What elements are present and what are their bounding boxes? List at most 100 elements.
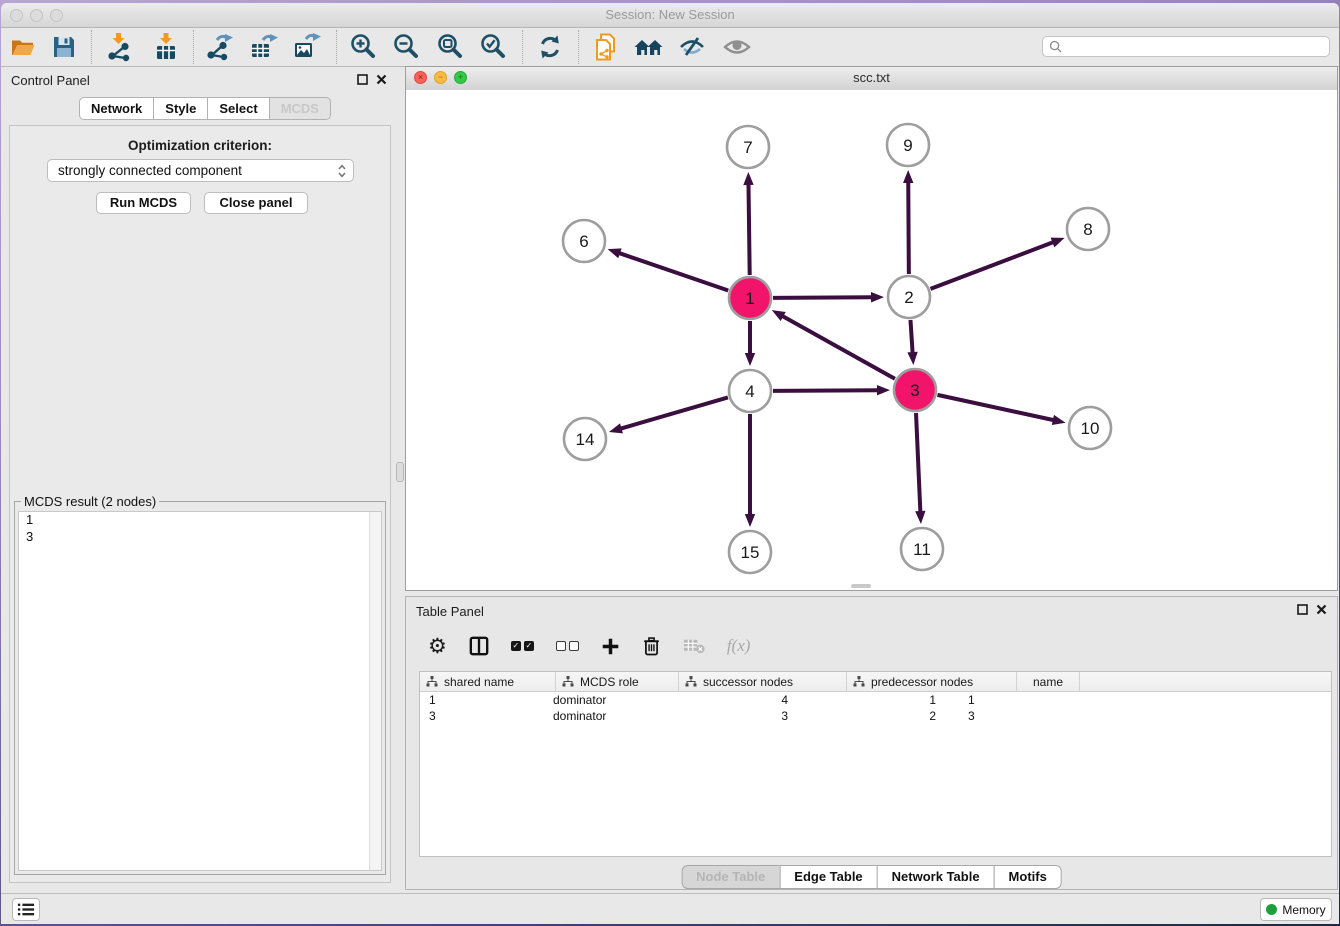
select-all-columns-button[interactable]: ✓ ✓ bbox=[511, 641, 534, 651]
edge-3-10[interactable] bbox=[937, 395, 1054, 420]
column-header-shared-name[interactable]: shared name bbox=[420, 672, 556, 691]
network-hscroll-thumb[interactable] bbox=[851, 584, 871, 588]
table-cell[interactable]: 2 bbox=[810, 709, 958, 723]
table-row[interactable]: 1dominator411 bbox=[420, 692, 1331, 708]
export-image-button[interactable] bbox=[291, 32, 321, 62]
edge-arrowhead bbox=[903, 170, 913, 183]
edge-2-3[interactable] bbox=[910, 320, 912, 354]
table-cell[interactable]: dominator bbox=[547, 709, 664, 723]
tab-node-table[interactable]: Node Table bbox=[681, 865, 780, 889]
refresh-button[interactable] bbox=[535, 32, 565, 62]
float-panel-icon[interactable] bbox=[357, 74, 368, 85]
network-window-titlebar[interactable]: × − + scc.txt bbox=[406, 67, 1337, 91]
column-header-mcds-role[interactable]: MCDS role bbox=[556, 672, 679, 691]
toolbar-separator bbox=[336, 30, 337, 64]
import-network-button[interactable] bbox=[104, 32, 134, 62]
tab-style[interactable]: Style bbox=[153, 97, 208, 120]
column-header-name[interactable]: name bbox=[1017, 672, 1080, 691]
edge-3-1[interactable] bbox=[781, 316, 894, 379]
tab-select[interactable]: Select bbox=[207, 97, 269, 120]
delete-column-button[interactable] bbox=[642, 636, 661, 656]
memory-button[interactable]: Memory bbox=[1260, 898, 1332, 921]
edge-1-7[interactable] bbox=[748, 183, 749, 275]
table-cell[interactable]: 3 bbox=[664, 709, 810, 723]
close-panel-icon[interactable] bbox=[1316, 604, 1327, 615]
columns-icon bbox=[469, 636, 489, 656]
create-column-button[interactable] bbox=[601, 637, 620, 656]
table-cell[interactable]: 3 bbox=[420, 709, 547, 723]
column-header-successor-nodes[interactable]: successor nodes bbox=[679, 672, 847, 691]
edge-3-11[interactable] bbox=[916, 413, 920, 513]
edge-arrowhead bbox=[609, 423, 623, 433]
table-cell[interactable]: 1 bbox=[420, 693, 547, 707]
unchecked-box-icon bbox=[556, 641, 566, 651]
result-scrollbar-track[interactable] bbox=[369, 512, 381, 870]
table-toolbar: ⚙ ✓ ✓ bbox=[406, 625, 1337, 667]
refresh-icon bbox=[535, 32, 565, 62]
zoom-out-button[interactable] bbox=[391, 32, 421, 62]
show-columns-button[interactable] bbox=[469, 636, 489, 656]
edge-4-14[interactable] bbox=[620, 397, 728, 429]
table-cell[interactable]: 1 bbox=[958, 693, 1011, 707]
tab-network[interactable]: Network bbox=[79, 97, 154, 120]
export-table-button[interactable] bbox=[248, 32, 278, 62]
home-view-button[interactable] bbox=[634, 32, 664, 62]
graph-node-label: 11 bbox=[913, 540, 931, 559]
mcds-result-item[interactable]: 1 bbox=[19, 512, 381, 529]
table-cell[interactable]: 3 bbox=[958, 709, 1011, 723]
show-hidden-button[interactable] bbox=[722, 32, 752, 62]
column-header-predecessor-nodes[interactable]: predecessor nodes bbox=[847, 672, 1017, 691]
optimization-criterion-select[interactable]: strongly connected component bbox=[47, 159, 354, 182]
hide-selected-button[interactable] bbox=[677, 32, 707, 62]
desktop: Session: New Session bbox=[0, 0, 1340, 926]
edge-4-3[interactable] bbox=[773, 390, 879, 391]
tab-network-table[interactable]: Network Table bbox=[877, 865, 995, 889]
import-table-button[interactable] bbox=[151, 32, 181, 62]
plus-icon bbox=[601, 637, 620, 656]
graph-node-label: 7 bbox=[743, 138, 752, 157]
eye-icon bbox=[722, 32, 752, 62]
zoom-in-button[interactable] bbox=[348, 32, 378, 62]
table-tabs: Node TableEdge TableNetwork TableMotifs bbox=[681, 865, 1062, 889]
table-settings-button[interactable]: ⚙ bbox=[428, 634, 447, 659]
search-input[interactable] bbox=[1066, 38, 1323, 55]
edge-2-9[interactable] bbox=[908, 181, 909, 274]
node-table[interactable]: shared nameMCDS rolesuccessor nodesprede… bbox=[419, 671, 1332, 857]
task-history-button[interactable] bbox=[12, 898, 40, 921]
table-row[interactable]: 3dominator323 bbox=[420, 708, 1331, 724]
close-panel-button[interactable]: Close panel bbox=[204, 192, 308, 214]
save-session-button[interactable] bbox=[49, 32, 79, 62]
optimization-criterion-label: Optimization criterion: bbox=[10, 138, 390, 153]
table-cell[interactable]: 4 bbox=[664, 693, 810, 707]
network-graph[interactable]: 1234678910111415 bbox=[406, 90, 1337, 590]
unchecked-box-icon bbox=[569, 641, 579, 651]
edge-2-8[interactable] bbox=[931, 242, 1055, 289]
checked-box-icon: ✓ bbox=[511, 641, 521, 651]
run-mcds-button[interactable]: Run MCDS bbox=[96, 192, 191, 214]
unselect-all-columns-button[interactable] bbox=[556, 641, 579, 651]
open-session-button[interactable] bbox=[8, 32, 38, 62]
graph-node-label: 8 bbox=[1083, 220, 1092, 239]
zoom-fit-button[interactable] bbox=[435, 32, 465, 62]
tab-mcds[interactable]: MCDS bbox=[269, 97, 331, 120]
tab-motifs[interactable]: Motifs bbox=[994, 865, 1062, 889]
panel-divider-grip[interactable] bbox=[396, 462, 404, 482]
network-canvas[interactable]: 1234678910111415 bbox=[406, 90, 1337, 590]
edge-1-2[interactable] bbox=[773, 297, 873, 298]
mcds-result-title: MCDS result (2 nodes) bbox=[21, 494, 159, 509]
float-panel-icon[interactable] bbox=[1297, 604, 1308, 615]
table-cell[interactable]: dominator bbox=[547, 693, 664, 707]
mcds-result-list[interactable]: 13 bbox=[18, 511, 382, 871]
table-cell[interactable]: 1 bbox=[810, 693, 958, 707]
export-network-button[interactable] bbox=[204, 32, 234, 62]
search-box[interactable] bbox=[1042, 36, 1330, 57]
close-panel-icon[interactable] bbox=[376, 74, 387, 85]
graph-node-label: 15 bbox=[741, 543, 760, 562]
table-body: 1dominator4113dominator323 bbox=[420, 692, 1331, 724]
zoom-selected-button[interactable] bbox=[478, 32, 508, 62]
tab-edge-table[interactable]: Edge Table bbox=[779, 865, 877, 889]
edge-1-6[interactable] bbox=[618, 253, 728, 291]
control-panel-tabs: NetworkStyleSelectMCDS bbox=[79, 97, 331, 120]
clone-network-button[interactable] bbox=[591, 32, 621, 62]
mcds-result-item[interactable]: 3 bbox=[19, 529, 381, 546]
